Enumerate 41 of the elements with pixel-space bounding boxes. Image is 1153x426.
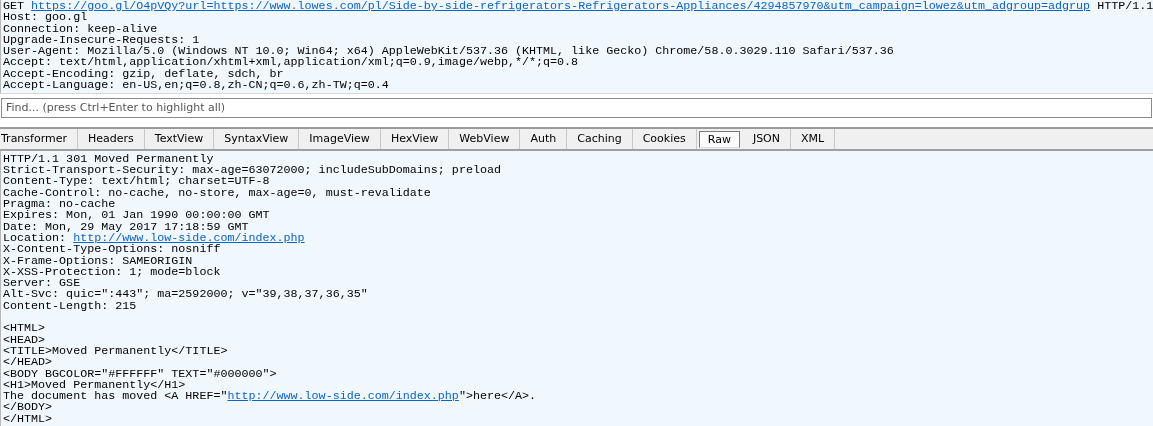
header-line: Date: Mon, 29 May 2017 17:18:59 GMT <box>3 221 249 233</box>
header-line: Cache-Control: no-cache, no-store, max-age=0, must-revalidate <box>3 187 431 200</box>
header-line: Content-Length: 215 <box>3 300 137 313</box>
code-line: <BODY BGCOLOR="#FFFFFF" TEXT="#000000"> <box>3 368 277 380</box>
header-line: Strict-Transport-Security: max-age=63072000; includeSubDomains; preload <box>3 165 501 177</box>
header-line: Alt-Svc: quic=":443"; ma=2592000; v="39,38,37,36,35" <box>3 289 368 301</box>
header-line: Accept: text/html,application/xhtml+xml,application/xml;q=0.9,image/webp,*/*;q=0.8 <box>3 57 579 69</box>
find-field[interactable]: Find... (press Ctrl+Enter to highlight all) <box>1 97 1152 118</box>
view-tab[interactable]: ImageView <box>299 128 381 149</box>
header-line: Content-Type: text/html; charset=UTF-8 <box>3 176 270 188</box>
code-line: <HTML> <box>3 323 46 335</box>
header-line: Server: GSE <box>3 278 81 290</box>
view-tab[interactable]: Auth <box>520 128 568 149</box>
view-tab[interactable]: JSON <box>742 128 791 149</box>
view-tab[interactable]: Headers <box>78 128 145 149</box>
view-tab[interactable]: WebView <box>449 128 521 149</box>
header-line: Accept-Encoding: gzip, deflate, sdch, br <box>3 68 284 81</box>
header-line: X-XSS-Protection: 1; mode=block <box>3 266 221 279</box>
url-link[interactable]: http://www.low-side.com/index.php <box>227 389 459 404</box>
code-line: <HEAD> <box>3 334 46 346</box>
header-line: Host: goo.gl <box>3 12 88 24</box>
code-line: </HTML> <box>3 413 53 425</box>
code-line: </HEAD> <box>3 357 53 369</box>
code-line: The document has moved <A HREF="http://www.low-side.com/index.php">here</A>. <box>3 391 537 403</box>
view-tab[interactable]: HexView <box>380 128 450 149</box>
header-line: Accept-Language: en-US,en;q=0.8,zh-CN;q=0.6,zh-TW;q=0.4 <box>3 80 389 92</box>
status-line: HTTP/1.1 301 Moved Permanently <box>3 153 214 166</box>
header-line: X-Frame-Options: SAMEORIGIN <box>3 255 193 267</box>
header-line: Expires: Mon, 01 Jan 1990 00:00:00 GMT <box>3 210 270 222</box>
view-tab[interactable]: Caching <box>567 128 633 149</box>
header-line: Connection: keep-alive <box>3 23 158 35</box>
view-tab[interactable]: Cookies <box>632 128 697 149</box>
view-tab[interactable]: Transformer <box>0 128 78 149</box>
view-tab[interactable]: XML <box>791 128 836 149</box>
view-tab[interactable]: Raw <box>698 130 740 148</box>
header-line: X-Content-Type-Options: nosniff <box>3 244 221 256</box>
view-tab[interactable]: TextView <box>144 128 215 149</box>
header-line: User-Agent: Mozilla/5.0 (Windows NT 10.0; Win64; x64) AppleWebKit/537.36 (KHTML, like Gecko) Chrome/58.0.3029.110 Safari/537.36 <box>3 46 894 58</box>
code-line: <TITLE>Moved Permanently</TITLE> <box>3 345 228 358</box>
view-tab[interactable]: SyntaxView <box>214 128 300 149</box>
code-line: </BODY> <box>3 402 53 414</box>
